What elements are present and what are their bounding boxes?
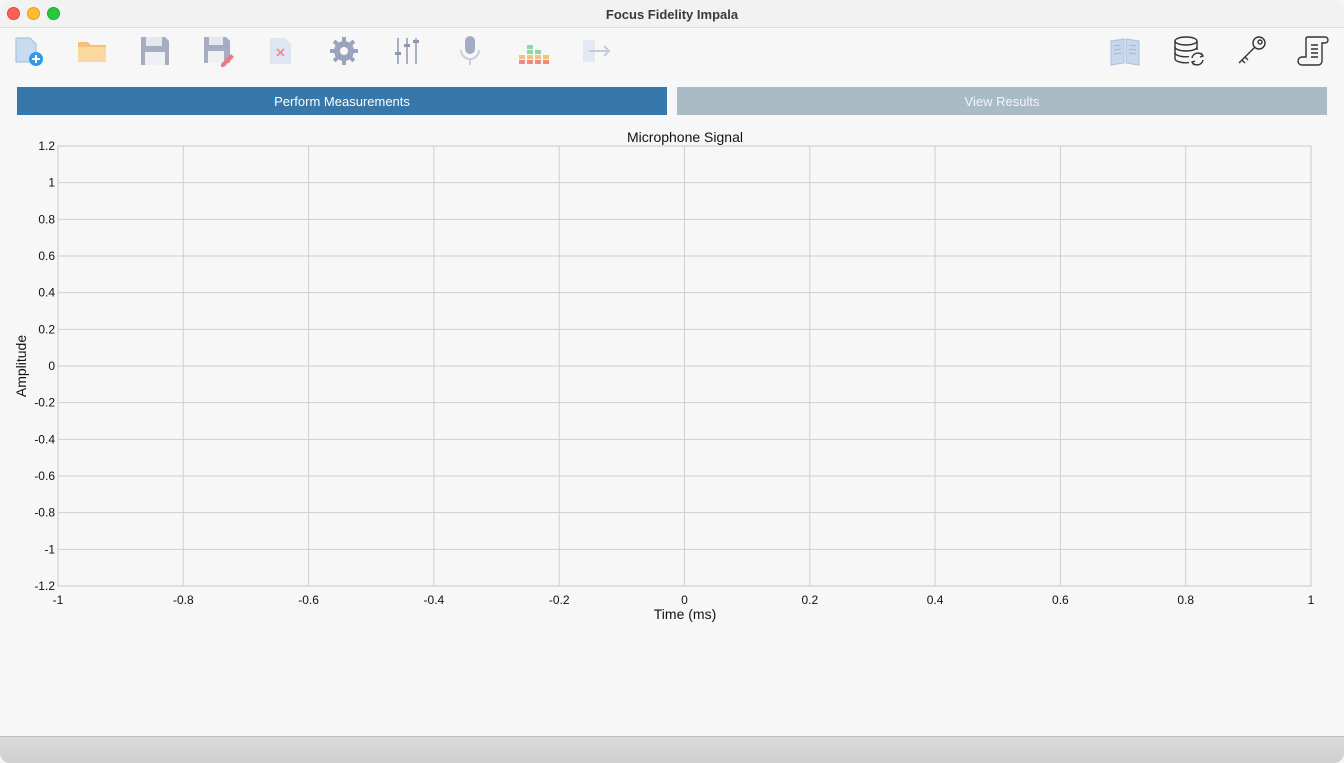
microphone-button[interactable] <box>452 33 488 69</box>
x-tick-label: -0.2 <box>549 593 570 607</box>
manual-button[interactable] <box>1107 33 1143 69</box>
license-key-icon <box>1238 36 1266 64</box>
chart-title: Microphone Signal <box>627 129 743 145</box>
manual-book-icon <box>1110 38 1140 66</box>
measure-button[interactable] <box>515 33 551 69</box>
save-as-icon <box>204 37 234 67</box>
level-meter-icon <box>519 45 549 64</box>
new-project-icon <box>15 37 43 66</box>
tab-view-results[interactable]: View Results <box>677 87 1327 115</box>
export-button[interactable] <box>578 33 614 69</box>
window-title: Focus Fidelity Impala <box>605 7 739 22</box>
open-folder-icon <box>78 42 106 62</box>
save-as-button[interactable] <box>200 33 236 69</box>
x-tick-label: 1 <box>1308 593 1315 607</box>
chart-grid <box>57 145 1312 587</box>
license-key-button[interactable] <box>1233 33 1269 69</box>
y-tick-label: -1 <box>44 542 55 556</box>
y-tick-label: -0.8 <box>34 506 55 520</box>
y-axis-ticks: 1.2 1 0.8 0.6 0.4 0.2 0 -0.2 -0.4 -0.6 -0.8 -1 -1.2 <box>34 139 55 593</box>
database-sync-icon <box>1174 36 1205 66</box>
title-bar: Focus Fidelity Impala <box>0 0 1344 28</box>
x-tick-label: -0.8 <box>173 593 194 607</box>
y-tick-label: -1.2 <box>34 579 55 593</box>
x-tick-label: 0.6 <box>1052 593 1069 607</box>
settings-gear-icon <box>330 37 358 65</box>
save-icon <box>141 37 169 65</box>
save-button[interactable] <box>137 33 173 69</box>
y-tick-label: 1.2 <box>38 139 55 153</box>
x-axis-label: Time (ms) <box>654 606 716 622</box>
x-tick-label: -0.4 <box>424 593 445 607</box>
y-tick-label: 1 <box>48 176 55 190</box>
x-tick-label: -0.6 <box>298 593 319 607</box>
mode-tabs: Perform Measurements View Results <box>17 87 1327 115</box>
close-document-icon <box>270 38 291 64</box>
app-window: Focus Fidelity Impala Perform Measuremen… <box>0 0 1344 763</box>
x-tick-label: 0.8 <box>1177 593 1194 607</box>
log-button[interactable] <box>1296 33 1332 69</box>
microphone-signal-chart: Microphone Signal 1.2 1 0.8 0.6 0.4 0.2 0 -0.2-… <box>0 125 1344 630</box>
close-project-button[interactable] <box>263 33 299 69</box>
y-tick-label: 0.8 <box>38 212 55 226</box>
database-sync-button[interactable] <box>1170 33 1206 69</box>
log-scroll-icon <box>1297 36 1329 66</box>
new-project-button[interactable] <box>11 33 47 69</box>
y-tick-label: 0.2 <box>38 322 55 336</box>
status-bar <box>0 736 1344 763</box>
y-tick-label: 0 <box>48 359 55 373</box>
y-tick-label: -0.4 <box>34 432 55 446</box>
y-tick-label: 0.6 <box>38 249 55 263</box>
x-tick-label: -1 <box>53 593 64 607</box>
export-arrow-icon <box>583 40 611 62</box>
y-tick-label: -0.6 <box>34 469 55 483</box>
settings-button[interactable] <box>326 33 362 69</box>
y-tick-label: -0.2 <box>34 396 55 410</box>
signal-settings-button[interactable] <box>389 33 425 69</box>
mixer-sliders-icon <box>395 38 419 64</box>
y-axis-label: Amplitude <box>13 335 29 397</box>
microphone-icon <box>460 36 480 65</box>
open-project-button[interactable] <box>74 33 110 69</box>
x-tick-label: 0.4 <box>927 593 944 607</box>
toolbar <box>0 29 1344 77</box>
chart-svg: Microphone Signal 1.210.80.60.40.20-0.2-… <box>13 129 1315 622</box>
x-tick-label: 0.2 <box>801 593 818 607</box>
tab-perform-measurements[interactable]: Perform Measurements <box>17 87 667 115</box>
x-axis-ticks: -1 -0.8 -0.6 -0.4 -0.2 0 0.2 0.4 0.6 0.8 1 <box>53 593 1315 607</box>
y-tick-label: 0.4 <box>38 286 55 300</box>
x-tick-label: 0 <box>681 593 688 607</box>
